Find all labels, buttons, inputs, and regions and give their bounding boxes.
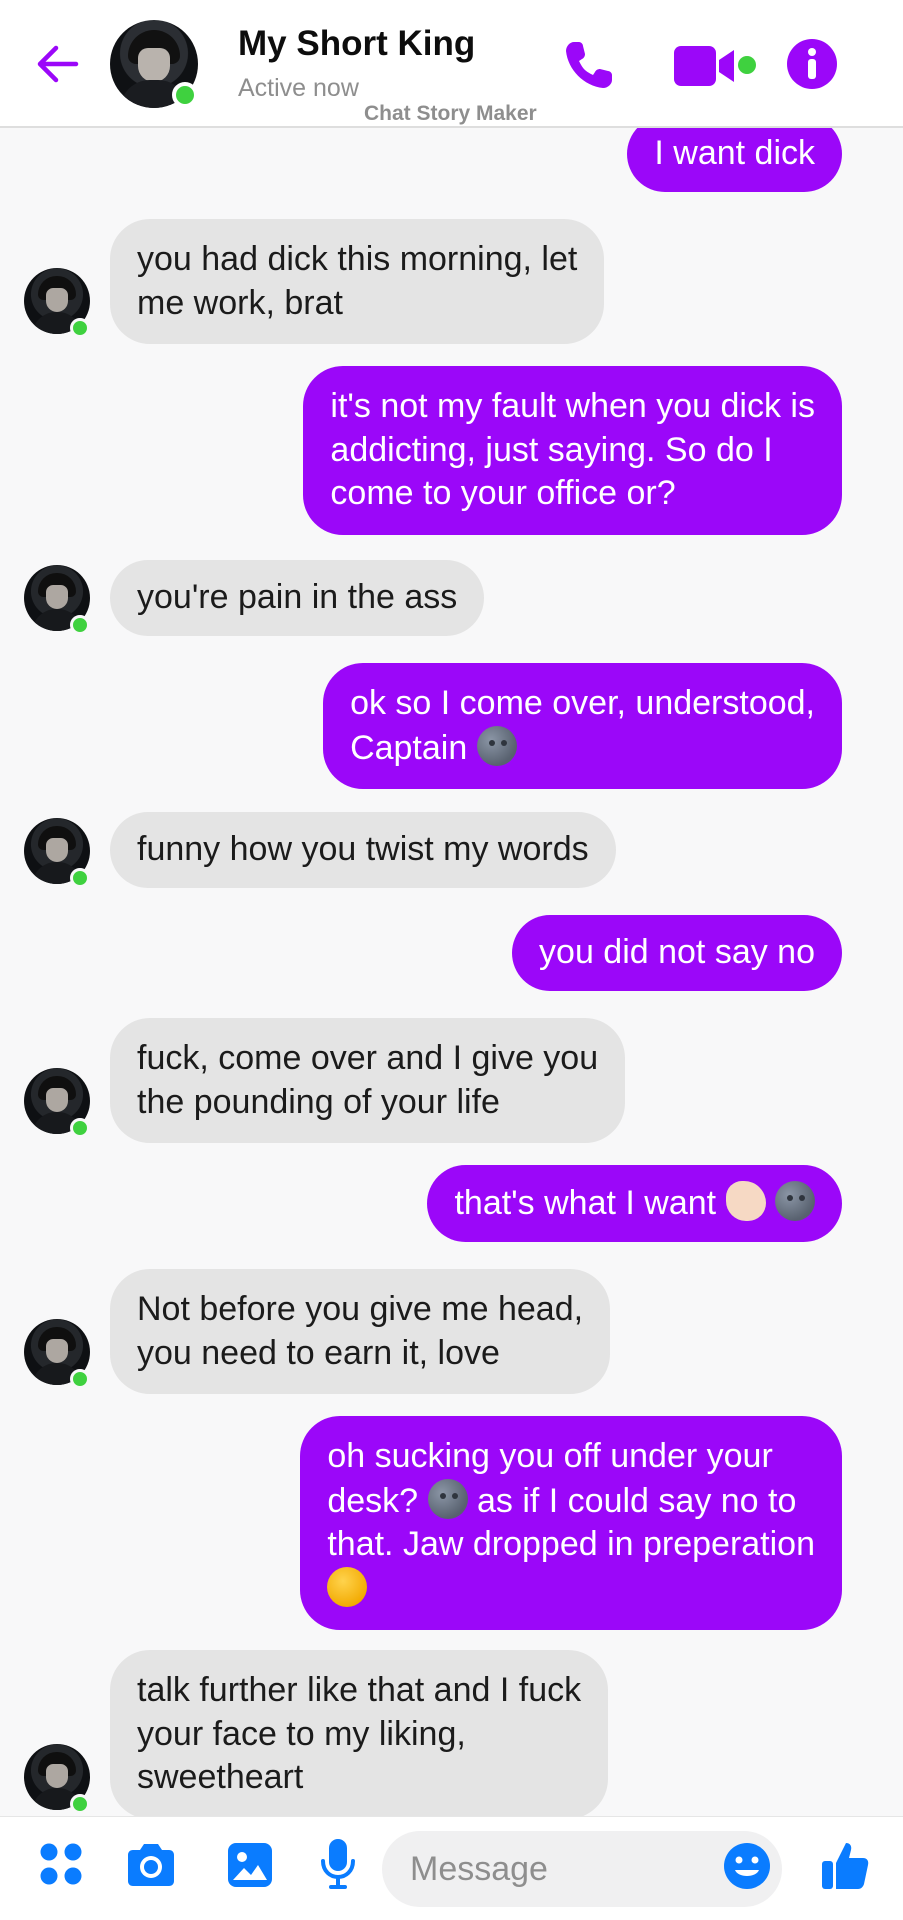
outgoing-message[interactable]: it's not my fault when you dick is addic… [303, 366, 842, 535]
incoming-message[interactable]: fuck, come over and I give you the pound… [110, 1018, 626, 1143]
incoming-message[interactable]: talk further like that and I fuck your f… [110, 1650, 609, 1819]
moon-face-emoji [775, 1181, 815, 1221]
incoming-message[interactable]: you had dick this morning, let me work, … [110, 219, 605, 344]
online-indicator [172, 82, 198, 108]
outgoing-message[interactable]: you did not say no [512, 915, 842, 991]
online-indicator [70, 615, 90, 635]
microphone-icon[interactable] [318, 1837, 358, 1891]
phone-icon[interactable] [560, 36, 618, 94]
outgoing-message[interactable]: that's what I want [427, 1165, 842, 1242]
moon-face-emoji [427, 1478, 468, 1519]
message-composer [0, 1816, 903, 1920]
smirk-face-emoji [327, 1566, 368, 1607]
online-indicator [70, 1369, 90, 1389]
back-arrow-icon[interactable] [30, 38, 82, 90]
incoming-message[interactable]: Not before you give me head, you need to… [110, 1269, 611, 1394]
video-active-dot [738, 56, 756, 74]
online-indicator [70, 1794, 90, 1814]
active-status: Active now [238, 74, 359, 102]
online-indicator [70, 318, 90, 338]
emoji-smile-icon[interactable] [722, 1841, 772, 1891]
moon-face-emoji [476, 725, 517, 766]
online-indicator [70, 868, 90, 888]
contact-name[interactable]: My Short King [238, 24, 475, 64]
online-indicator [70, 1118, 90, 1138]
watermark: Chat Story Maker [364, 102, 537, 125]
incoming-message[interactable]: you're pain in the ass [110, 560, 485, 636]
thumbs-up-icon[interactable] [820, 1839, 870, 1891]
camera-icon[interactable] [124, 1841, 178, 1889]
pinching-hand-emoji [725, 1181, 766, 1221]
chat-header: My Short King Active now Chat Story Make… [0, 0, 903, 128]
apps-grid-icon[interactable] [38, 1841, 84, 1887]
gallery-icon[interactable] [226, 1841, 274, 1889]
outgoing-message[interactable]: oh sucking you off under your desk? as i… [300, 1416, 842, 1630]
video-camera-icon[interactable] [672, 44, 740, 88]
outgoing-message[interactable]: ok so I come over, understood, Captain [323, 663, 842, 789]
info-icon[interactable] [786, 38, 838, 90]
incoming-message[interactable]: funny how you twist my words [110, 812, 616, 888]
